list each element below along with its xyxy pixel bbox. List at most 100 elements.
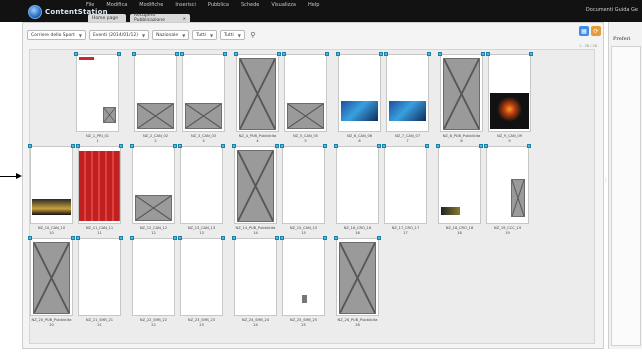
page-thumbnail[interactable] xyxy=(30,238,73,316)
page-thumbnail[interactable] xyxy=(486,146,529,224)
page-status-marker xyxy=(28,236,32,240)
page-thumbnail[interactable] xyxy=(78,238,121,316)
page-status-marker xyxy=(282,52,286,56)
page-status-marker xyxy=(379,52,383,56)
page-thumbnail[interactable] xyxy=(440,54,483,132)
page-spread[interactable]: NZ_1_PRI_01 1 xyxy=(74,52,124,143)
page-spread[interactable]: NZ_26_PUB_Pubblicita 26 xyxy=(334,236,384,327)
image-placeholder xyxy=(339,242,376,314)
close-icon[interactable]: ✕ xyxy=(183,16,186,21)
menu-item-modifica[interactable]: Modifica xyxy=(106,2,127,8)
menu-item-schede[interactable]: Schede xyxy=(241,2,259,8)
page-status-marker xyxy=(527,144,531,148)
page-status-marker xyxy=(486,52,490,56)
menu-item-file[interactable]: File xyxy=(86,2,94,8)
search-icon[interactable]: ⚲ xyxy=(248,30,258,40)
page-thumbnails-grid: NZ_1_PRI_01 1 NZ_2_CAN_02 2 NZ_3_CAN_03 3 NZ_4… xyxy=(28,49,595,344)
page-thumbnail[interactable] xyxy=(386,54,429,132)
menu-item-modifiche[interactable]: Modifiche xyxy=(139,2,163,8)
page-spread[interactable]: NZ_4_PUB_Pubblicita 4 NZ_5_CAN_05 5 xyxy=(234,52,332,143)
edition-dropdown[interactable]: Nazionale ▼ xyxy=(152,30,190,40)
page-thumbnail[interactable] xyxy=(134,54,177,132)
image-placeholder xyxy=(33,242,70,314)
page-number: 8 xyxy=(460,138,463,143)
page-status-marker xyxy=(221,144,225,148)
menu-item-help[interactable]: Help xyxy=(308,2,319,8)
small-image xyxy=(302,295,307,303)
page-status-marker xyxy=(173,236,177,240)
page-thumbnail[interactable] xyxy=(438,146,481,224)
page-spread[interactable]: NZ_18_CRO_18 18 NZ_19_CCC_19 19 xyxy=(436,144,534,235)
advertisement-image xyxy=(490,93,529,129)
page-thumbnail[interactable] xyxy=(236,54,279,132)
page-spread[interactable]: NZ_10_CAN_10 10 NZ_11_CAN_11 11 xyxy=(28,144,126,235)
page-thumbnail[interactable] xyxy=(336,146,379,224)
page-spread[interactable]: NZ_2_CAN_02 2 NZ_3_CAN_03 3 xyxy=(132,52,230,143)
page-spread[interactable]: NZ_16_CRO_16 16 NZ_17_CRO_17 17 xyxy=(334,144,432,235)
brand-dropdown[interactable]: Corriere dello Sport ▼ xyxy=(27,30,86,40)
page-thumbnail[interactable] xyxy=(282,238,325,316)
page-label: NZ_4_PUB_Pubblicita 4 xyxy=(236,134,279,143)
page-spread[interactable]: NZ_6_CAN_06 6 NZ_7_CAN_07 7 xyxy=(336,52,434,143)
tab-recupero-pubblicazione[interactable]: Recupero Pubblicazione ✕ xyxy=(130,13,190,23)
page-label: NZ_5_CAN_05 5 xyxy=(284,134,327,143)
page-thumbnail[interactable] xyxy=(132,146,175,224)
right-panel-title: Preferi xyxy=(613,36,631,42)
publication-panel: Corriere dello Sport ▼ Eventi (2014/01/12… xyxy=(22,22,604,349)
menu-item-inserisci[interactable]: Inserisci xyxy=(175,2,196,8)
page-thumbnail[interactable] xyxy=(384,146,427,224)
chevron-down-icon: ▼ xyxy=(141,32,146,38)
page-thumbnail[interactable] xyxy=(180,146,223,224)
page-spread[interactable]: NZ_14_PUB_Pubblicita 14 NZ_15_CAN_15 15 xyxy=(232,144,330,235)
page-spread[interactable]: NZ_20_PUB_Pubblicita 20 NZ_21_SHB_21 21 xyxy=(28,236,126,327)
page-thumbnail[interactable] xyxy=(132,238,175,316)
tab-home-page[interactable]: Home page xyxy=(88,14,126,22)
page-status-marker xyxy=(74,52,78,56)
status-dropdown[interactable]: Tutti ▼ xyxy=(220,30,245,40)
page-status-marker xyxy=(377,236,381,240)
main-menu: File Modifica Modifiche Inserisci Pubbli… xyxy=(86,2,319,8)
page-number: 16 xyxy=(355,230,360,235)
page-thumbnail[interactable] xyxy=(284,54,327,132)
page-thumbnail[interactable] xyxy=(282,146,325,224)
edition-date-dropdown[interactable]: Eventi (2014/01/12) ▼ xyxy=(88,30,150,40)
page-status-marker xyxy=(119,144,123,148)
page-spread[interactable]: NZ_22_SHB_22 22 NZ_23_SHB_23 23 xyxy=(130,236,228,327)
page-spread[interactable]: NZ_8_PUB_Pubblicita 8 NZ_9_CAN_09 9 xyxy=(438,52,536,143)
page-status-marker xyxy=(436,144,440,148)
page-number: 3 xyxy=(202,138,205,143)
user-documents-link[interactable]: Documenti Guida Ge xyxy=(586,7,638,13)
page-name: NZ_4_PUB_Pubblicita xyxy=(238,134,277,138)
page-status-marker xyxy=(323,236,327,240)
photo-image xyxy=(32,199,71,215)
page-status-marker xyxy=(280,144,284,148)
page-thumbnail[interactable] xyxy=(488,54,531,132)
page-thumbnail[interactable] xyxy=(78,146,121,224)
page-thumbnail[interactable] xyxy=(336,238,379,316)
page-status-marker xyxy=(180,52,184,56)
chevron-down-icon: ▼ xyxy=(78,32,82,38)
page-status-marker xyxy=(280,236,284,240)
dropdown-value: Corriere dello Sport xyxy=(31,32,75,38)
page-label: NZ_25_SHB_25 25 xyxy=(282,318,325,327)
page-spread[interactable]: NZ_12_CAN_12 12 NZ_13_CAN_13 13 xyxy=(130,144,228,235)
view-toggle-button[interactable]: ▦ xyxy=(579,26,589,36)
menu-item-pubblica[interactable]: Pubblica xyxy=(208,2,229,8)
page-thumbnail[interactable] xyxy=(30,146,73,224)
page-label: NZ_12_CAN_12 12 xyxy=(132,226,175,235)
page-thumbnail[interactable] xyxy=(338,54,381,132)
page-thumbnail[interactable] xyxy=(234,238,277,316)
page-number: 1 xyxy=(96,138,99,143)
page-number: 4 xyxy=(256,138,259,143)
page-thumbnail[interactable] xyxy=(234,146,277,224)
page-spread[interactable]: NZ_24_SHB_24 24 NZ_25_SHB_25 25 xyxy=(232,236,330,327)
page-thumbnail[interactable] xyxy=(180,238,223,316)
menu-item-visualizza[interactable]: Visualizza xyxy=(271,2,296,8)
page-thumbnail[interactable] xyxy=(76,54,119,132)
refresh-button[interactable]: ⟳ xyxy=(591,26,601,36)
page-label: NZ_1_PRI_01 1 xyxy=(76,134,119,143)
page-thumbnail[interactable] xyxy=(182,54,225,132)
dropdown-value: Tutti xyxy=(224,32,234,38)
section-dropdown[interactable]: Tutti ▼ xyxy=(192,30,218,40)
page-name: NZ_20_PUB_Pubblicita xyxy=(31,318,72,322)
